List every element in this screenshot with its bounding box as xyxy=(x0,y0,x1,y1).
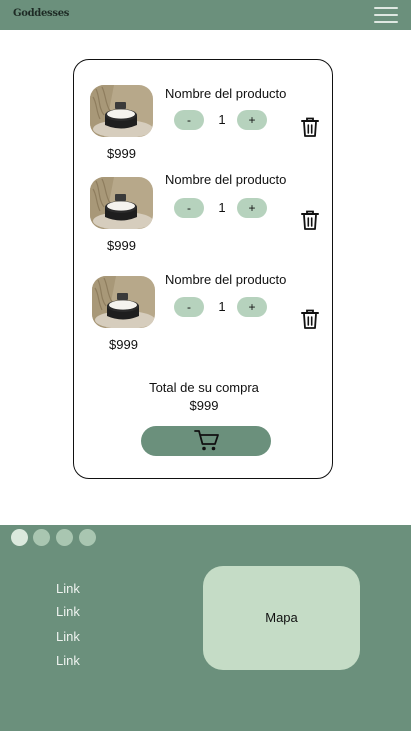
product-price: $999 xyxy=(107,238,136,253)
increment-button[interactable]: + xyxy=(237,297,267,317)
product-price: $999 xyxy=(109,337,138,352)
footer-link[interactable]: Link xyxy=(56,653,80,668)
menu-line xyxy=(374,7,398,9)
top-navbar: Goddesses xyxy=(0,0,411,30)
product-name: Nombre del producto xyxy=(165,86,287,101)
cart-item: $999 Nombre del producto - 1 + xyxy=(74,172,334,267)
social-icon[interactable] xyxy=(33,529,50,546)
quantity-value: 1 xyxy=(218,200,226,215)
product-image xyxy=(90,177,153,229)
trash-icon[interactable] xyxy=(300,209,320,231)
increment-button[interactable]: + xyxy=(237,198,267,218)
social-icon[interactable] xyxy=(56,529,73,546)
decrement-button[interactable]: - xyxy=(174,110,204,130)
cart-panel: $999 Nombre del producto - 1 + $999 Nomb… xyxy=(73,59,333,479)
product-name: Nombre del producto xyxy=(165,172,287,187)
map-placeholder[interactable]: Mapa xyxy=(203,566,360,670)
footer-link[interactable]: Link xyxy=(56,581,80,596)
decrement-button[interactable]: - xyxy=(174,297,204,317)
menu-line xyxy=(374,21,398,23)
product-name: Nombre del producto xyxy=(165,272,287,287)
decrement-button[interactable]: - xyxy=(174,198,204,218)
shopping-cart-icon xyxy=(194,430,219,451)
footer-link[interactable]: Link xyxy=(56,604,80,619)
social-icon[interactable] xyxy=(11,529,28,546)
trash-icon[interactable] xyxy=(300,116,320,138)
increment-button[interactable]: + xyxy=(237,110,267,130)
cart-item: $999 Nombre del producto - 1 + xyxy=(74,272,334,366)
product-image xyxy=(90,85,153,137)
social-icon[interactable] xyxy=(79,529,96,546)
quantity-value: 1 xyxy=(218,112,226,127)
product-price: $999 xyxy=(107,146,136,161)
footer-link[interactable]: Link xyxy=(56,629,80,644)
total-label: Total de su compra xyxy=(149,380,259,395)
product-image xyxy=(92,276,155,328)
site-footer: Link Link Link Link Mapa xyxy=(0,525,411,731)
quantity-value: 1 xyxy=(218,299,226,314)
total-value: $999 xyxy=(189,398,219,413)
checkout-button[interactable] xyxy=(141,426,271,456)
brand-logo[interactable]: Goddesses xyxy=(13,8,69,19)
hamburger-menu-icon[interactable] xyxy=(374,6,398,23)
menu-line xyxy=(374,14,398,16)
cart-item: $999 Nombre del producto - 1 + xyxy=(74,85,334,175)
trash-icon[interactable] xyxy=(300,308,320,330)
